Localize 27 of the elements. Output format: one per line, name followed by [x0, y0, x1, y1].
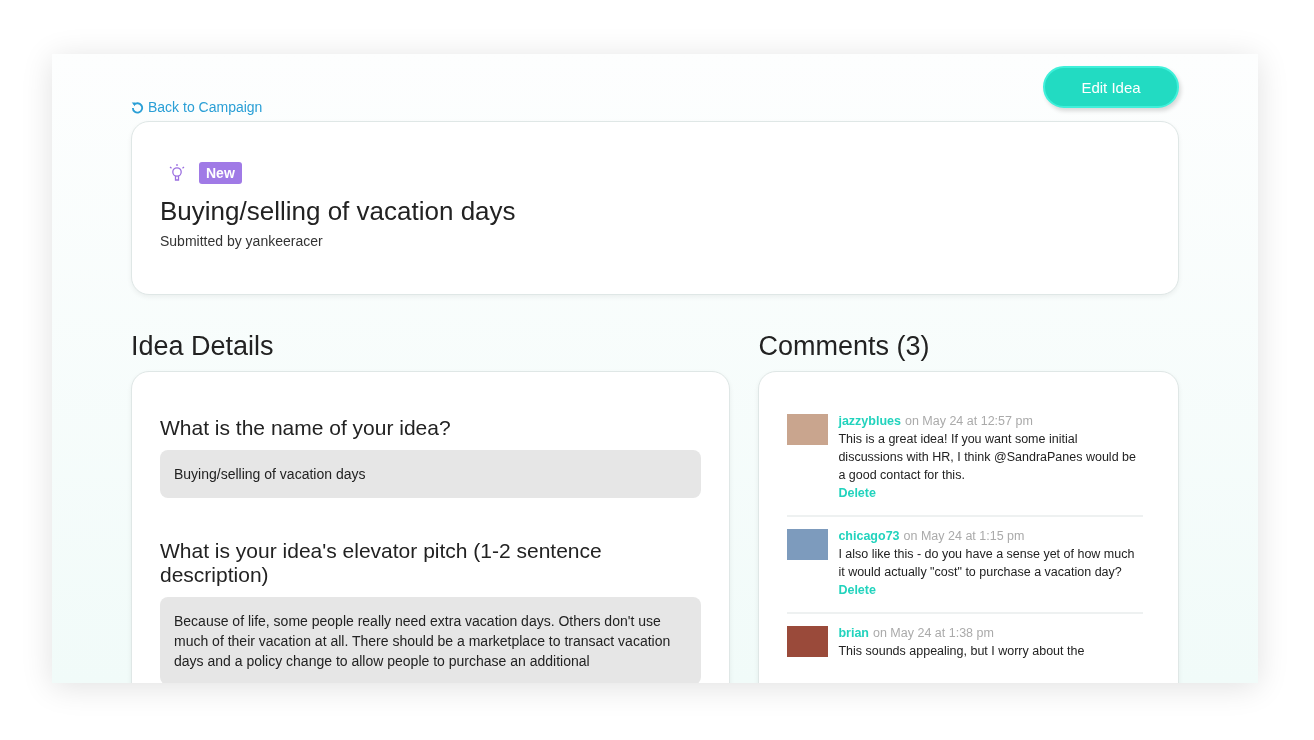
author-link[interactable]: chicago73 [838, 529, 900, 543]
question-label: What is your idea's elevator pitch (1-2 sentence description) [160, 539, 603, 587]
answer-field: Buying/selling of vacation days [160, 450, 702, 498]
comment-text: This sounds appealing, but I worry about the [838, 643, 1085, 660]
submitted-by-text: Submitted by yankeeracer [160, 233, 324, 249]
comment-time: on May 24 at 1:38 pm [872, 626, 994, 640]
idea-title: Buying/selling of vacation days [160, 196, 517, 227]
author-link[interactable]: brian [838, 626, 869, 640]
edit-idea-button[interactable]: Edit Idea [1043, 66, 1179, 108]
delete-link[interactable]: Delete [838, 484, 876, 502]
author-link[interactable]: jazzyblues [838, 414, 901, 428]
comment-time: on May 24 at 1:15 pm [903, 529, 1025, 543]
section-heading: Comments (3) [758, 331, 931, 362]
status-badge: New [199, 162, 242, 184]
avatar-photo-placeholder [787, 529, 829, 560]
delete-link[interactable]: Delete [838, 581, 876, 599]
comment-time: on May 24 at 12:57 pm [904, 414, 1033, 428]
answer-field: Because of life, some people really need extra vacation days. Others don't use much of their vacation at all. There should be a marketplace to transact vacation days and a policy change to allow people to purchase an additional [160, 597, 702, 683]
comment-text: This is a great idea! If you want some initial discussions with HR, I think @SandraPanes would be a good contact for this. [838, 431, 1137, 484]
avatar-photo-placeholder [787, 414, 829, 445]
avatar-photo-placeholder [787, 626, 829, 657]
question-label: What is the name of your idea? [160, 416, 452, 440]
refresh-icon [131, 100, 144, 114]
section-heading: Idea Details [131, 331, 275, 362]
back-link[interactable]: Back to Campaign [131, 99, 263, 121]
lightbulb-icon [167, 162, 187, 184]
comment-text: I also like this - do you have a sense yet of how much it would actually "cost" to purchase a vacation day? [838, 546, 1136, 581]
